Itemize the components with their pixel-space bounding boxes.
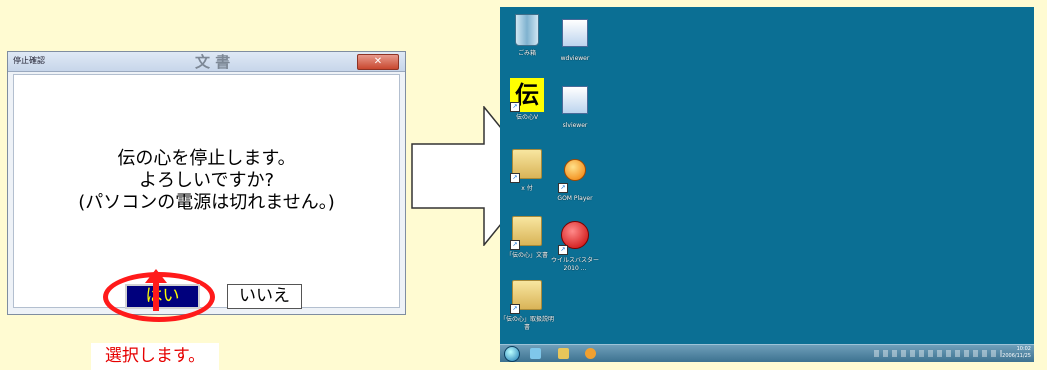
explorer-taskbar-icon[interactable] (558, 348, 569, 359)
desktop-icon-wdviewer[interactable]: wdviewer (546, 15, 604, 63)
wdviewer-icon (562, 19, 588, 47)
windows-desktop: ごみ箱 wdviewer 伝 ↗ 伝の心V slviewer ↗ x 付 ↗ G… (500, 7, 1034, 362)
message-line: (パソコンの電源は切れません。) (78, 192, 335, 213)
close-button[interactable]: ✕ (357, 54, 399, 70)
taskbar: 10:02 2006/11/25 (500, 344, 1034, 362)
no-button[interactable]: いいえ (227, 284, 302, 309)
shortcut-arrow-icon: ↗ (510, 102, 520, 112)
start-button-icon[interactable] (504, 346, 520, 362)
shortcut-arrow-icon: ↗ (510, 240, 520, 250)
shortcut-arrow-icon: ↗ (558, 245, 568, 255)
desktop-icon-label: ウイルスバスター2010 ... (550, 257, 599, 272)
message-line: 伝の心を停止します。 (117, 148, 296, 169)
dialog-body: 伝の心を停止します。 よろしいですか? (パソコンの電源は切れません。) (13, 74, 400, 308)
desktop-icon-slviewer[interactable]: slviewer (546, 82, 604, 130)
desktop-icon-virus-buster[interactable]: ↗ ウイルスバスター2010 ... (546, 217, 604, 273)
dialog-titlebar: 停止確認 文 書 ✕ (8, 52, 405, 72)
system-tray[interactable] (874, 350, 1002, 357)
gom-player-icon (564, 159, 586, 181)
desktop-icon-label: slviewer (562, 122, 588, 129)
select-caption: 選択します。 (91, 343, 219, 370)
taskbar-clock[interactable]: 10:02 2006/11/25 (1002, 346, 1031, 360)
shortcut-arrow-icon: ↗ (558, 183, 568, 193)
desktop-icon-label: 「伝の心」取扱説明書 (500, 316, 554, 331)
clock-date: 2006/11/25 (1002, 353, 1031, 359)
message-line: よろしいですか? (138, 170, 274, 191)
desktop-icon-label: GOM Player (557, 195, 593, 202)
desktop-icon-label: wdviewer (560, 55, 590, 62)
stop-confirm-dialog: 停止確認 文 書 ✕ 伝の心を停止します。 よろしいですか? (パソコンの電源は… (7, 51, 406, 322)
dialog-message: 伝の心を停止します。 よろしいですか? (パソコンの電源は切れません。) (14, 148, 399, 214)
background-window-title: 文 書 (195, 53, 231, 71)
pointer-up-arrow-icon (145, 269, 167, 311)
clock-time: 10:02 (1016, 346, 1031, 352)
ie-taskbar-icon[interactable] (530, 348, 541, 359)
slviewer-icon (562, 86, 588, 114)
media-taskbar-icon[interactable] (585, 348, 596, 359)
desktop-icon-gom-player[interactable]: ↗ GOM Player (546, 151, 604, 203)
shortcut-arrow-icon: ↗ (510, 304, 520, 314)
desktop-icon-manual-folder[interactable]: ↗ 「伝の心」取扱説明書 (500, 277, 556, 332)
dialog-title: 停止確認 (13, 56, 45, 65)
recycle-bin-icon (515, 14, 539, 46)
shortcut-arrow-icon: ↗ (510, 173, 520, 183)
